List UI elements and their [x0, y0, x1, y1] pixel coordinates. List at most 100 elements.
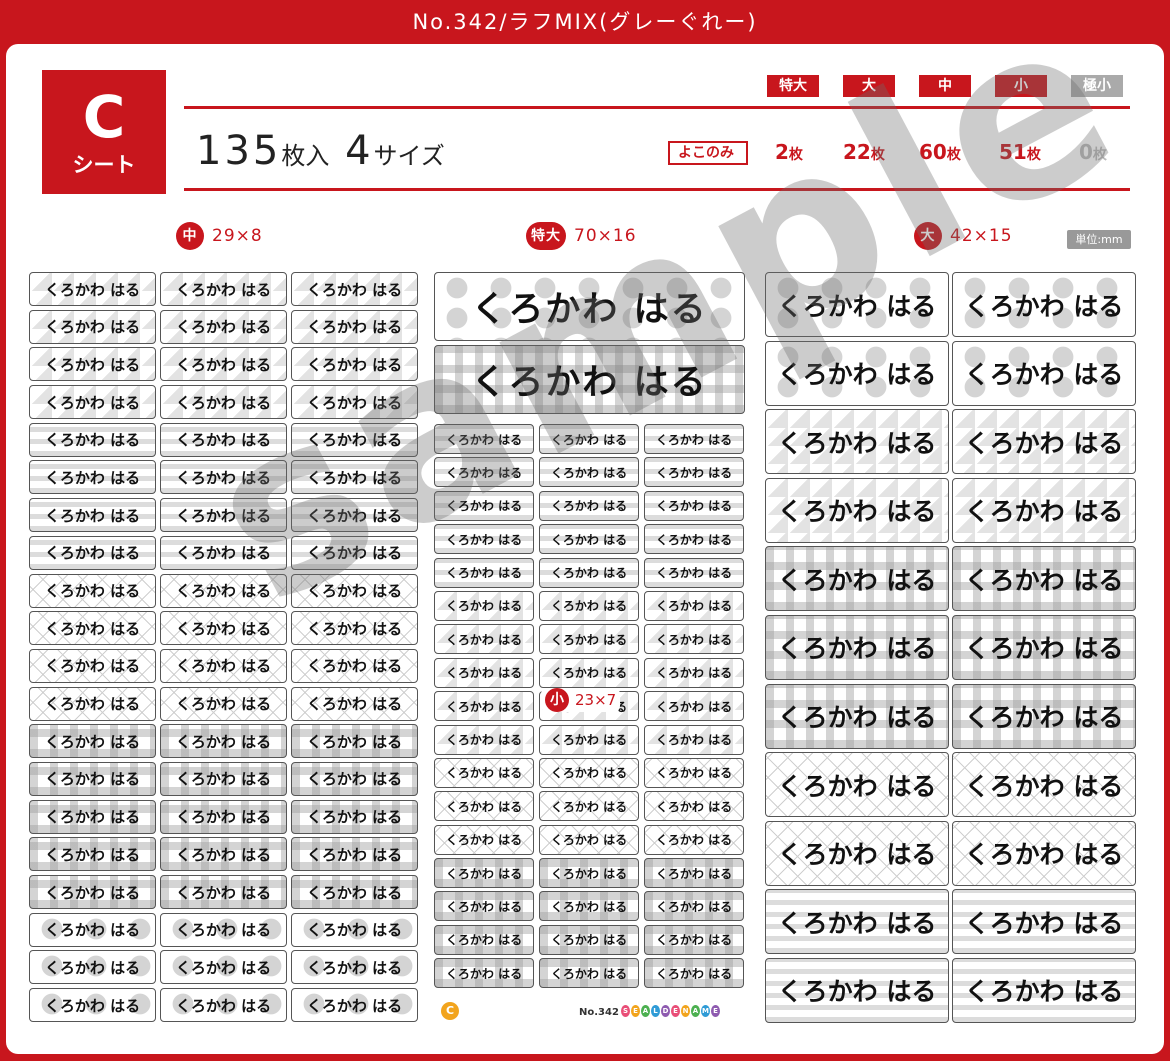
name-label: くろかわ はる [765, 409, 949, 475]
name-label: くろかわ はる [160, 686, 287, 721]
name-label: くろかわ はる [644, 624, 744, 655]
name-label: くろかわ はる [29, 422, 156, 457]
name-label: くろかわ はる [29, 724, 156, 759]
name-label: くろかわ はる [291, 837, 418, 872]
footer-sheet-letter: C [441, 1002, 459, 1020]
name-label: くろかわ はる [434, 924, 534, 955]
name-label: くろかわ はる [29, 611, 156, 646]
section-small-header: 小 23×7 [541, 688, 621, 712]
name-label: くろかわ はる [160, 535, 287, 570]
name-label: くろかわ はる [434, 590, 534, 621]
name-label: くろかわ はる [434, 624, 534, 655]
name-label: くろかわ はる [539, 724, 639, 755]
name-label: くろかわ はる [644, 791, 744, 822]
name-label: くろかわ はる [160, 573, 287, 608]
name-label: くろかわ はる [160, 988, 287, 1023]
name-label: くろかわ はる [160, 272, 287, 306]
section-xlarge-badge: 特大 [526, 222, 566, 250]
name-label: くろかわ はる [291, 573, 418, 608]
name-label: くろかわ はる [160, 309, 287, 344]
name-label: くろかわ はる [539, 924, 639, 955]
name-label: くろかわ はる [644, 958, 744, 989]
name-label: くろかわ はる [29, 535, 156, 570]
logo-letter: S [621, 1005, 630, 1017]
sizes-unit: サイズ [373, 142, 445, 170]
logo-letter: D [661, 1005, 670, 1017]
name-label: くろかわ はる [291, 422, 418, 457]
name-label: くろかわ はる [644, 490, 744, 521]
name-label: くろかわ はる [160, 875, 287, 909]
name-label: くろかわ はる [29, 385, 156, 420]
size-tag-s: 小 [995, 75, 1047, 97]
logo-letter: A [641, 1005, 650, 1017]
name-label: くろかわ はる [644, 691, 744, 722]
name-label: くろかわ はる [644, 757, 744, 788]
name-label: くろかわ はる [160, 912, 287, 947]
name-label: くろかわ はる [644, 457, 744, 488]
qty-xs: 0枚 [1079, 140, 1107, 164]
name-label: くろかわ はる [29, 648, 156, 683]
name-label: くろかわ はる [29, 950, 156, 985]
name-label: くろかわ はる [29, 799, 156, 834]
name-label: くろかわ はる [291, 724, 418, 759]
size-tag-row: 特大 大 中 小 極小 [0, 75, 1170, 99]
name-label: くろかわ はる [952, 957, 1136, 1023]
name-label: くろかわ はる [160, 460, 287, 495]
logo-letter: M [701, 1005, 710, 1017]
name-label: くろかわ はる [291, 611, 418, 646]
label-count: 135枚入 4サイズ [196, 128, 445, 174]
name-label: くろかわ はる [644, 424, 744, 454]
name-label: くろかわ はる [29, 309, 156, 344]
name-label: くろかわ はる [644, 590, 744, 621]
name-label: くろかわ はる [539, 858, 639, 889]
name-label: くろかわ はる [160, 498, 287, 533]
name-label: くろかわ はる [434, 272, 745, 341]
name-label: くろかわ はる [291, 799, 418, 834]
name-label: くろかわ はる [952, 614, 1136, 680]
top-divider [184, 106, 1130, 109]
logo-letter: N [681, 1005, 690, 1017]
name-label: くろかわ はる [291, 385, 418, 420]
name-label: くろかわ はる [434, 457, 534, 488]
name-label: くろかわ はる [160, 385, 287, 420]
section-large-dims: 42×15 [950, 226, 1013, 246]
name-label: くろかわ はる [434, 791, 534, 822]
qty-m: 60枚 [919, 140, 961, 164]
name-label: くろかわ はる [539, 524, 639, 555]
xlarge-label-grid: くろかわ はる くろかわ はる [434, 272, 745, 414]
name-label: くろかわ はる [291, 309, 418, 344]
name-label: くろかわ はる [160, 799, 287, 834]
name-label: くろかわ はる [765, 340, 949, 406]
name-label: くろかわ はる [291, 648, 418, 683]
name-label: くろかわ はる [29, 272, 156, 306]
name-label: くろかわ はる [539, 590, 639, 621]
name-label: くろかわ はる [539, 457, 639, 488]
name-label: くろかわ はる [952, 340, 1136, 406]
name-label: くろかわ はる [952, 546, 1136, 612]
name-label: くろかわ はる [434, 490, 534, 521]
name-label: くろかわ はる [434, 345, 745, 414]
section-medium-header: 中 29×8 [176, 222, 263, 250]
section-large-badge: 大 [914, 222, 942, 250]
name-label: くろかわ はる [539, 824, 639, 855]
name-label: くろかわ はる [291, 950, 418, 985]
name-label: くろかわ はる [644, 891, 744, 922]
name-label: くろかわ はる [644, 657, 744, 688]
name-label: くろかわ はる [291, 686, 418, 721]
name-label: くろかわ はる [765, 752, 949, 818]
qty-l: 22枚 [843, 140, 885, 164]
name-label: くろかわ はる [291, 761, 418, 796]
name-label: くろかわ はる [644, 724, 744, 755]
name-label: くろかわ はる [539, 891, 639, 922]
name-label: くろかわ はる [434, 657, 534, 688]
unit-label: 単位:mm [1067, 230, 1131, 249]
name-label: くろかわ はる [29, 837, 156, 872]
name-label: くろかわ はる [29, 347, 156, 382]
name-label: くろかわ はる [644, 824, 744, 855]
sizes-number: 4 [345, 128, 374, 174]
name-label: くろかわ はる [160, 950, 287, 985]
name-label: くろかわ はる [160, 724, 287, 759]
name-label: くろかわ はる [765, 957, 949, 1023]
brand-logo: SEALDENAME [621, 1005, 720, 1017]
name-label: くろかわ はる [539, 757, 639, 788]
